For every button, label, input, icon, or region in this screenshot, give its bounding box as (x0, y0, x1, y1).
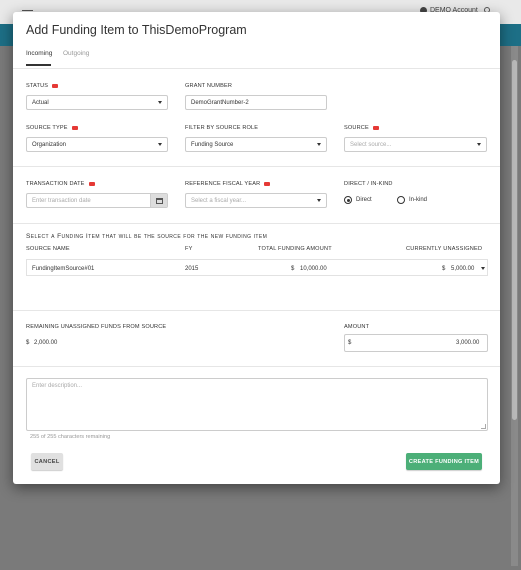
row-total-currency: $ (291, 266, 295, 272)
dialog-title: Add Funding Item to ThisDemoProgram (26, 23, 247, 37)
amount-currency: $ (348, 340, 352, 346)
amount-value: 3,000.00 (456, 340, 480, 346)
column-header-source-name: SOURCE NAME (26, 246, 70, 252)
chevron-down-icon (317, 199, 321, 202)
radio-direct-label: Direct (356, 197, 372, 203)
filter-by-source-role-label: FILTER BY SOURCE ROLE (185, 125, 259, 131)
source-type-label: SOURCE TYPE (26, 125, 78, 131)
direct-in-kind-label: DIRECT / IN-KIND (344, 181, 393, 187)
status-select[interactable]: Actual (26, 95, 168, 110)
radio-direct[interactable]: Direct (344, 196, 372, 204)
status-label: STATUS (26, 83, 59, 89)
chevron-down-icon (317, 143, 321, 146)
chevron-down-icon (158, 101, 162, 104)
divider (13, 223, 500, 224)
status-value: Actual (32, 99, 49, 106)
grant-number-label: GRANT NUMBER (185, 83, 233, 89)
transaction-date-label: TRANSACTION DATE (26, 181, 95, 187)
required-indicator-icon (264, 182, 271, 186)
calendar-icon (155, 197, 163, 204)
calendar-button[interactable] (150, 194, 167, 207)
divider (13, 366, 500, 367)
row-unassigned-amount: 5,000.00 (451, 266, 475, 272)
row-fy: 2015 (185, 266, 199, 272)
tab-outgoing[interactable]: Outgoing (63, 50, 89, 57)
row-source-name: FundingItemSource#01 (32, 266, 95, 272)
column-header-fy: FY (185, 246, 193, 252)
fiscal-year-select[interactable]: Select a fiscal year... (185, 193, 327, 208)
divider (13, 310, 500, 311)
column-header-currently-unassigned: CURRENTLY UNASSIGNED (406, 246, 483, 252)
row-chevron-down-icon[interactable] (481, 267, 485, 270)
row-total-amount: 10,000.00 (300, 266, 327, 272)
description-textarea[interactable]: Enter description... (26, 378, 488, 431)
required-indicator-icon (88, 182, 95, 186)
remaining-funds-label: REMAINING UNASSIGNED FUNDS FROM SOURCE (26, 324, 167, 330)
source-type-value: Organization (32, 141, 67, 148)
radio-checked-icon (344, 196, 352, 204)
table-row[interactable] (26, 259, 488, 276)
resize-handle-icon[interactable] (481, 424, 486, 429)
source-role-select[interactable]: Funding Source (185, 137, 327, 152)
amount-label: AMOUNT (344, 324, 370, 330)
tab-incoming[interactable]: Incoming (26, 50, 52, 57)
transaction-date-placeholder: Enter transaction date (32, 197, 91, 204)
source-type-select[interactable]: Organization (26, 137, 168, 152)
cancel-button[interactable]: CANCEL (31, 453, 63, 470)
source-table-heading: Select a Funding Item that will be the s… (26, 233, 268, 240)
remaining-currency: $ (26, 340, 30, 346)
add-funding-item-dialog: Add Funding Item to ThisDemoProgram Inco… (13, 12, 500, 484)
source-select[interactable]: Select source... (344, 137, 487, 152)
required-indicator-icon (52, 84, 59, 88)
source-role-value: Funding Source (191, 141, 234, 148)
create-funding-item-button[interactable]: CREATE FUNDING ITEM (406, 453, 482, 470)
radio-in-kind[interactable]: In-kind (397, 196, 427, 204)
active-tab-indicator (26, 64, 51, 66)
grant-number-value: DemoGrantNumber-2 (191, 99, 249, 106)
column-header-total-funding-amount: TOTAL FUNDING AMOUNT (258, 246, 332, 252)
transaction-date-input[interactable]: Enter transaction date (26, 193, 168, 208)
required-indicator-icon (71, 126, 78, 130)
row-unassigned-currency: $ (442, 266, 446, 272)
remaining-value: 2,000.00 (34, 340, 58, 346)
divider (13, 68, 500, 69)
source-label: SOURCE (344, 125, 379, 131)
reference-fiscal-year-label: REFERENCE FISCAL YEAR (185, 181, 271, 187)
divider (13, 166, 500, 167)
description-placeholder: Enter description... (32, 383, 83, 389)
required-indicator-icon (372, 126, 379, 130)
radio-unchecked-icon (397, 196, 405, 204)
characters-remaining: 255 of 255 characters remaining (30, 434, 111, 440)
chevron-down-icon (477, 143, 481, 146)
page-scrollbar-thumb[interactable] (512, 60, 517, 420)
chevron-down-icon (158, 143, 162, 146)
radio-in-kind-label: In-kind (409, 197, 428, 203)
grant-number-input[interactable]: DemoGrantNumber-2 (185, 95, 327, 110)
source-placeholder: Select source... (350, 141, 392, 148)
fiscal-year-placeholder: Select a fiscal year... (191, 197, 247, 204)
